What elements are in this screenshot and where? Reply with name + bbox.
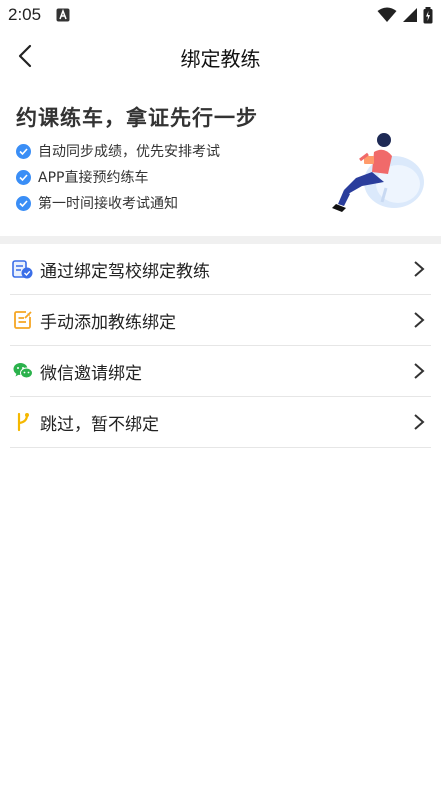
check-circle-icon — [16, 195, 31, 211]
feature-item: APP直接预约练车 — [16, 167, 148, 187]
notification-a-icon — [56, 8, 70, 22]
bind-options-list: 通过绑定驾校绑定教练 手动添加教练绑定 微信邀请绑定 跳过，暂不绑定 — [0, 244, 441, 448]
manual-add-coach-item[interactable]: 手动添加教练绑定 — [10, 295, 431, 346]
wechat-invite-item[interactable]: 微信邀请绑定 — [10, 346, 431, 397]
bind-via-school-item[interactable]: 通过绑定驾校绑定教练 — [10, 244, 431, 295]
menu-item-label: 手动添加教练绑定 — [40, 312, 176, 333]
menu-item-label: 微信邀请绑定 — [40, 363, 142, 384]
menu-item-label: 通过绑定驾校绑定教练 — [40, 261, 210, 282]
chevron-right-icon — [414, 414, 425, 430]
feature-text: APP直接预约练车 — [38, 170, 149, 186]
feature-item: 自动同步成绩，优先安排考试 — [16, 141, 220, 161]
feature-text: 第一时间接收考试通知 — [38, 196, 178, 212]
branch-icon — [12, 411, 34, 433]
status-time: 2:05 — [8, 5, 42, 24]
wechat-icon — [12, 360, 34, 382]
feature-text: 自动同步成绩，优先安排考试 — [38, 144, 220, 160]
promo-banner: 约课练车，拿证先行一步 自动同步成绩，优先安排考试 APP直接预约练车 第一时间… — [0, 88, 441, 236]
menu-item-label: 跳过，暂不绑定 — [40, 414, 159, 435]
status-icons — [377, 7, 433, 26]
check-circle-icon — [16, 169, 31, 185]
page-title: 绑定教练 — [180, 47, 261, 71]
chevron-right-icon — [414, 363, 425, 379]
signal-icon — [402, 8, 417, 22]
school-badge-icon — [12, 258, 34, 280]
edit-note-icon — [12, 309, 34, 331]
feature-item: 第一时间接收考试通知 — [16, 193, 178, 213]
status-bar: 2:05 — [0, 0, 441, 30]
header: 绑定教练 — [0, 30, 441, 82]
check-circle-icon — [16, 143, 31, 159]
chevron-right-icon — [414, 261, 425, 277]
skip-binding-item[interactable]: 跳过，暂不绑定 — [10, 397, 431, 448]
section-divider — [0, 236, 441, 244]
wifi-icon — [377, 7, 397, 22]
banner-title: 约课练车，拿证先行一步 — [16, 106, 258, 130]
battery-icon — [423, 7, 433, 24]
person-on-chair-illustration — [332, 133, 424, 212]
chevron-right-icon — [414, 312, 425, 328]
